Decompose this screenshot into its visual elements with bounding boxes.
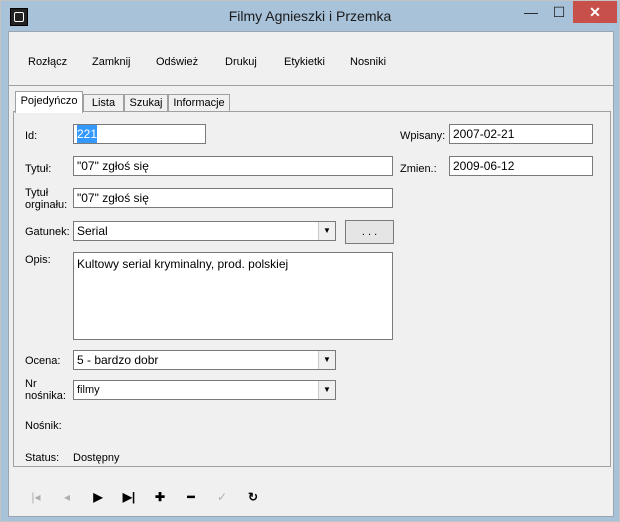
next-record-button[interactable]: ▶ — [89, 490, 107, 504]
toolbar-divider — [9, 85, 613, 86]
client-area: Rozłącz Zamknij Odśwież Drukuj Etykietki… — [8, 31, 614, 517]
tab-info[interactable]: Informacje — [168, 94, 230, 112]
genre-label: Gatunek: — [25, 226, 70, 238]
entered-field[interactable]: 2007-02-21 — [449, 124, 593, 144]
last-record-button[interactable]: ▶| — [120, 490, 138, 504]
changed-label: Zmien.: — [400, 163, 437, 175]
rating-label: Ocena: — [25, 355, 61, 367]
id-field[interactable]: 221 — [73, 124, 206, 144]
media-no-label-2: nośnika: — [25, 390, 66, 402]
title-bar[interactable]: Filmy Agnieszki i Przemka — ☐ ✕ — [1, 1, 619, 31]
single-record-panel: Id: 221 Tytuł: "07" zgłoś się Tytuł orgi… — [13, 111, 611, 467]
description-textarea[interactable]: Kultowy serial kryminalny, prod. polskie… — [73, 252, 393, 340]
chevron-down-icon[interactable]: ▼ — [318, 222, 335, 240]
app-window: Filmy Agnieszki i Przemka — ☐ ✕ Rozłącz … — [0, 0, 620, 522]
disconnect-button[interactable]: Rozłącz — [28, 56, 67, 68]
minimize-button[interactable]: — — [517, 1, 545, 23]
labels-button[interactable]: Etykietki — [284, 56, 325, 68]
chevron-down-icon[interactable]: ▼ — [318, 381, 335, 399]
refresh-record-button[interactable]: ↻ — [244, 490, 262, 504]
tab-search[interactable]: Szukaj — [124, 94, 168, 112]
orig-title-field[interactable]: "07" zgłoś się — [73, 188, 393, 208]
first-record-button[interactable]: |◂ — [27, 490, 45, 504]
tab-single[interactable]: Pojedyńczo — [15, 91, 83, 113]
genre-more-button[interactable]: . . . — [345, 220, 394, 244]
id-value: 221 — [77, 125, 98, 143]
media-no-value: filmy — [77, 384, 100, 396]
add-record-button[interactable]: ✚ — [151, 490, 169, 504]
orig-title-label-2: orginału: — [25, 199, 68, 211]
close-window-button[interactable]: ✕ — [573, 1, 617, 23]
close-button[interactable]: Zamknij — [92, 56, 131, 68]
media-label: Nośnik: — [25, 420, 62, 432]
orig-title-label: Tytuł — [25, 187, 49, 199]
title-field[interactable]: "07" zgłoś się — [73, 156, 393, 176]
prev-record-button[interactable]: ◂ — [58, 490, 76, 504]
genre-value: Serial — [77, 224, 108, 238]
media-no-label: Nr — [25, 378, 37, 390]
media-no-select[interactable]: filmy ▼ — [73, 380, 336, 400]
genre-select[interactable]: Serial ▼ — [73, 221, 336, 241]
changed-field[interactable]: 2009-06-12 — [449, 156, 593, 176]
entered-label: Wpisany: — [400, 130, 446, 142]
rating-select[interactable]: 5 - bardzo dobr ▼ — [73, 350, 336, 370]
title-label: Tytuł: — [25, 163, 52, 175]
post-record-button[interactable]: ✓ — [213, 490, 231, 504]
status-value: Dostępny — [73, 452, 120, 464]
status-label: Status: — [25, 452, 60, 464]
record-navigator: |◂ ◂ ▶ ▶| ✚ ━ ✓ ↻ — [9, 472, 613, 516]
tab-list[interactable]: Lista — [83, 94, 124, 112]
print-button[interactable]: Drukuj — [225, 56, 257, 68]
description-label: Opis: — [25, 254, 51, 266]
rating-value: 5 - bardzo dobr — [77, 353, 159, 367]
id-label: Id: — [25, 130, 38, 142]
delete-record-button[interactable]: ━ — [182, 490, 200, 504]
chevron-down-icon[interactable]: ▼ — [318, 351, 335, 369]
media-button[interactable]: Nosniki — [350, 56, 386, 68]
refresh-button[interactable]: Odśwież — [156, 56, 198, 68]
maximize-button[interactable]: ☐ — [545, 1, 573, 23]
